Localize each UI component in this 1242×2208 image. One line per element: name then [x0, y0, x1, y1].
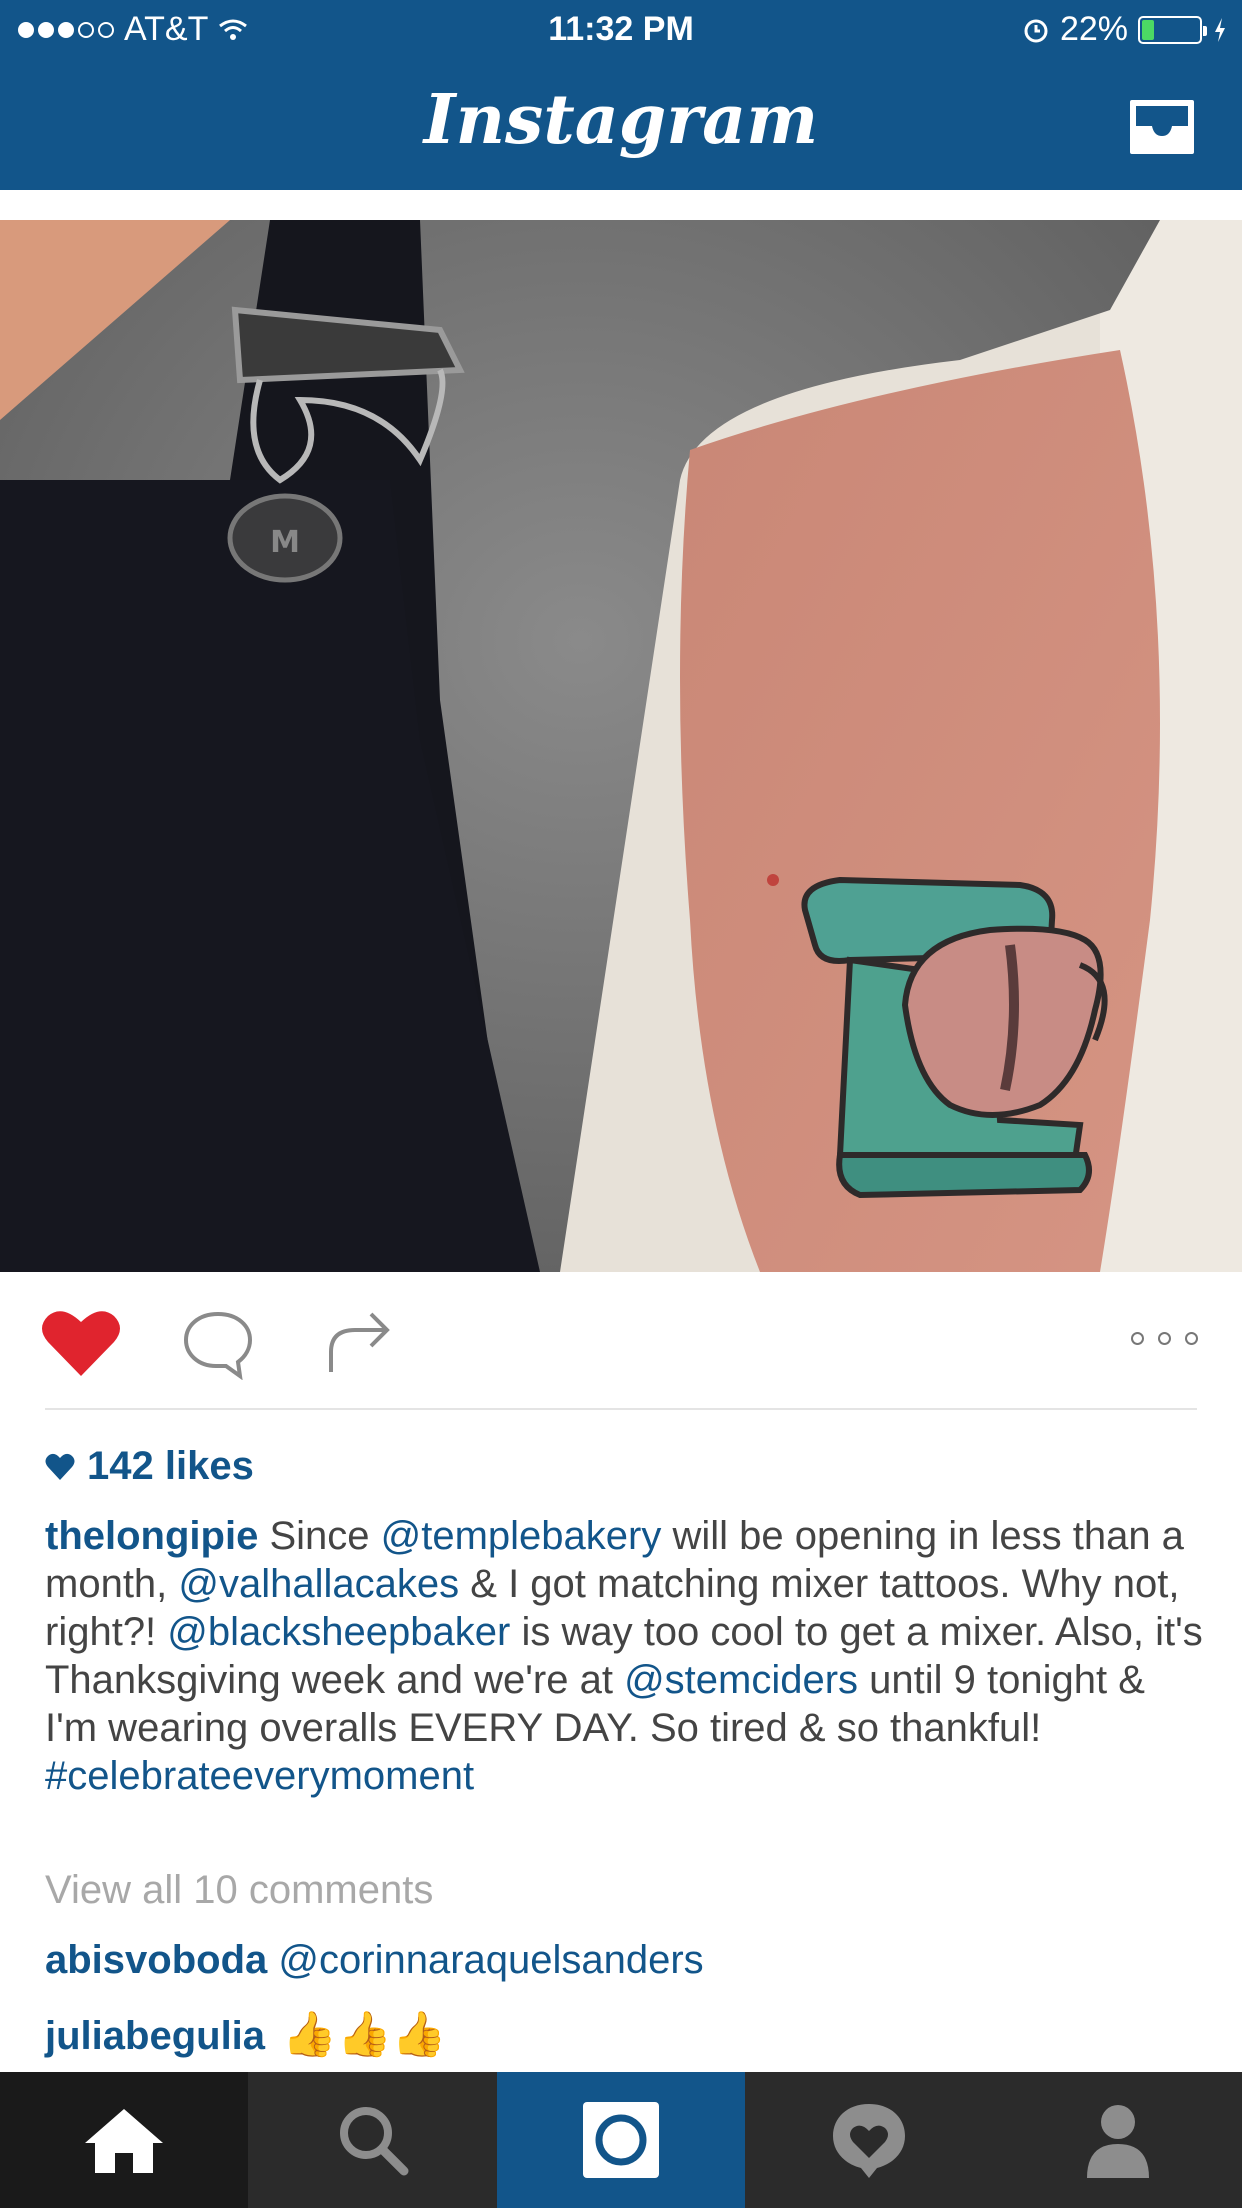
comment-user[interactable]: juliabegulia: [45, 2014, 265, 2058]
comment-bubble-icon[interactable]: [180, 1308, 256, 1380]
status-bar: AT&T 11:32 PM 22%: [0, 0, 1242, 62]
battery-percent: 22%: [1059, 10, 1128, 48]
tab-search[interactable]: [248, 2072, 496, 2208]
comment-text: 👍👍👍: [282, 2010, 447, 2059]
home-icon: [85, 2109, 164, 2173]
tab-bar: [0, 2072, 1242, 2208]
alarm-icon: [1024, 19, 1048, 42]
comment-row: abisvoboda @corinnaraquelsanders: [45, 1938, 704, 1983]
status-right: 22%: [1022, 10, 1228, 49]
search-icon: [339, 2107, 409, 2176]
tab-profile[interactable]: [994, 2072, 1242, 2208]
caption-author[interactable]: thelongipie: [45, 1514, 258, 1558]
camera-icon: [583, 2102, 660, 2178]
nav-bar: Instagram: [0, 62, 1242, 190]
mention-blacksheepbaker[interactable]: @blacksheepbaker: [167, 1610, 510, 1654]
mention-templebakery[interactable]: @templebakery: [381, 1514, 662, 1558]
battery-icon: [1138, 15, 1207, 44]
tab-camera[interactable]: [496, 2072, 746, 2208]
comment-user[interactable]: abisvoboda: [45, 1938, 267, 1982]
post-caption: thelongipie Since @templebakery will be …: [45, 1512, 1205, 1800]
hashtag-link[interactable]: #celebrateeverymoment: [45, 1754, 474, 1798]
comment-row: juliabegulia 👍👍👍: [45, 2008, 447, 2060]
likes-label: 142 likes: [87, 1444, 254, 1488]
app-title-logo: Instagram: [423, 80, 819, 160]
inbox-tray-icon[interactable]: [1126, 96, 1198, 158]
person-icon: [1086, 2105, 1149, 2178]
small-heart-icon: [45, 1453, 75, 1480]
charging-bolt-icon: [1215, 17, 1225, 42]
mention-valhallacakes[interactable]: @valhallacakes: [178, 1562, 459, 1606]
caption-text: Since: [258, 1514, 381, 1558]
tab-home[interactable]: [0, 2072, 249, 2208]
divider: [45, 1408, 1197, 1410]
share-arrow-icon[interactable]: [325, 1306, 395, 1376]
post-photo[interactable]: M: [0, 220, 1242, 1272]
view-all-comments-link[interactable]: View all 10 comments: [45, 1868, 433, 1913]
comment-text[interactable]: @corinnaraquelsanders: [278, 1938, 703, 1982]
heart-bubble-icon: [833, 2104, 906, 2178]
post-actions: [0, 1272, 1242, 1412]
tab-activity[interactable]: [745, 2072, 993, 2208]
like-heart-icon[interactable]: [40, 1308, 122, 1378]
post-photo-illustration: M: [0, 220, 1242, 1272]
likes-count[interactable]: 142 likes: [45, 1444, 254, 1489]
svg-text:M: M: [270, 525, 300, 560]
more-options-icon[interactable]: [1131, 1332, 1198, 1345]
mention-stemciders[interactable]: @stemciders: [624, 1658, 858, 1702]
